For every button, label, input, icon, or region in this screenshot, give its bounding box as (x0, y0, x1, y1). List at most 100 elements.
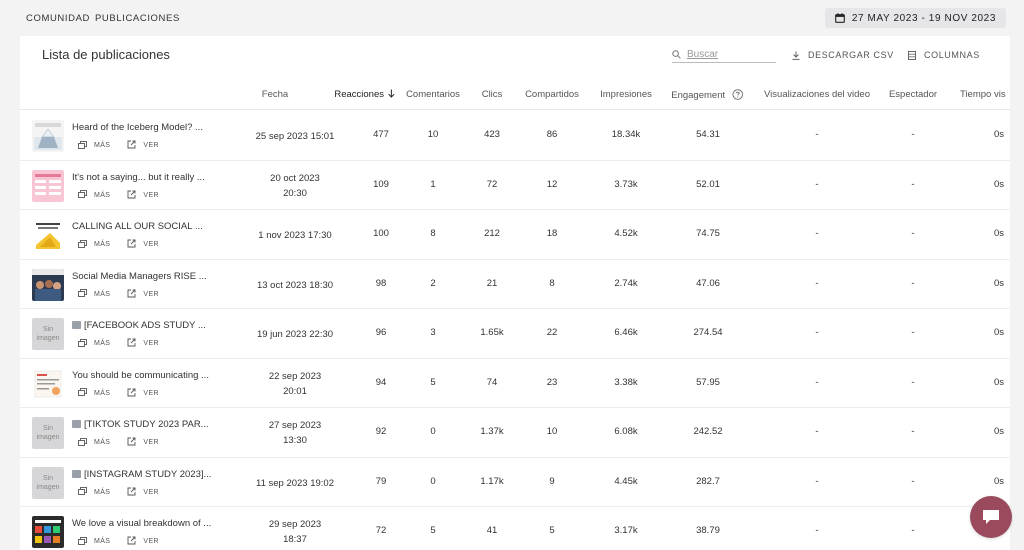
search-input[interactable] (687, 49, 773, 60)
external-link-icon (127, 140, 143, 151)
tab-comunidad[interactable]: COMUNIDAD (26, 13, 90, 24)
table-row[interactable]: Social Media Managers RISE ... MÁS VER 13 o… (20, 260, 1010, 309)
more-button[interactable]: MÁS (78, 239, 110, 250)
table-row[interactable]: Sin imagen [INSTAGRAM STUDY 2023]... MÁS VE… (20, 458, 1010, 507)
more-button[interactable]: MÁS (78, 536, 110, 547)
header-reacciones-label: Reacciones (334, 89, 384, 100)
post-thumbnail[interactable] (32, 367, 64, 400)
post-title[interactable]: [INSTAGRAM STUDY 2023]... (72, 469, 212, 480)
cell-impresiones: 3.17k (614, 525, 638, 536)
view-button[interactable]: VER (127, 140, 159, 151)
post-title-text: We love a visual breakdown of ... (72, 518, 212, 529)
panel-title: Lista de publicaciones (42, 47, 170, 62)
view-button[interactable]: VER (127, 487, 159, 498)
download-csv-button[interactable]: DESCARGAR CSV (792, 50, 894, 60)
post-date-line: 20:01 (283, 385, 307, 397)
header-compartidos[interactable]: Compartidos (525, 89, 579, 100)
header-comentarios[interactable]: Comentarios (406, 89, 460, 100)
table-row[interactable]: Sin imagen [FACEBOOK ADS STUDY ... MÁS VER 1… (20, 309, 1010, 359)
post-thumbnail[interactable] (32, 169, 64, 202)
view-button[interactable]: VER (127, 536, 159, 547)
download-csv-label: DESCARGAR CSV (808, 50, 894, 60)
header-impresiones[interactable]: Impresiones (600, 89, 652, 100)
external-link-icon (127, 289, 143, 300)
post-title[interactable]: We love a visual breakdown of ... (72, 518, 212, 529)
table-row[interactable]: You should be communicating ... MÁS VER 22 … (20, 359, 1010, 408)
cell-impresiones: 4.45k (614, 475, 638, 487)
cell-espectador: - (911, 228, 915, 239)
view-button[interactable]: VER (127, 190, 159, 201)
view-label: VER (143, 191, 159, 199)
table-row[interactable]: Sin imagen [TIKTOK STUDY 2023 PAR... MÁS VE… (20, 408, 1010, 458)
post-thumbnail[interactable] (32, 516, 64, 548)
table-row[interactable]: Heard of the Iceberg Model? ... MÁS VER 25 … (20, 111, 1010, 161)
more-button[interactable]: MÁS (78, 140, 110, 151)
chat-bubble-icon (983, 510, 999, 524)
post-thumbnail[interactable] (32, 268, 64, 301)
no-image-label: Sin imagen (36, 425, 60, 441)
cell-reacciones: 100 (373, 228, 389, 239)
header-engagement[interactable]: Engagement (671, 89, 743, 101)
view-button[interactable]: VER (127, 338, 159, 349)
post-thumbnail[interactable] (32, 219, 64, 251)
cell-comentarios: 2 (430, 277, 436, 289)
cell-compartidos: 23 (546, 376, 558, 388)
help-icon[interactable] (725, 89, 743, 101)
cell-video: - (815, 376, 819, 388)
cell-impresiones: 3.73k (614, 178, 638, 190)
more-button[interactable]: MÁS (78, 437, 111, 448)
view-button[interactable]: VER (127, 239, 159, 250)
cell-comentarios: 1 (430, 178, 436, 190)
post-title[interactable]: You should be communicating ... (72, 370, 212, 381)
post-date: 22 sep 2023 20:01 (269, 369, 321, 399)
copy-icon (78, 338, 94, 349)
post-thumbnail[interactable] (32, 120, 64, 152)
header-clics[interactable]: Clics (482, 89, 503, 100)
cell-video: - (815, 277, 819, 289)
post-title[interactable]: [TIKTOK STUDY 2023 PAR... (72, 419, 212, 430)
chat-button[interactable] (970, 496, 1012, 538)
post-title[interactable]: It's not a saying... but it really ... (72, 172, 212, 183)
cell-compartidos: 10 (546, 426, 558, 437)
post-title[interactable]: Heard of the Iceberg Model? ... (72, 122, 212, 133)
header-reacciones[interactable]: Reacciones (334, 89, 395, 100)
columns-button[interactable]: COLUMNAS (908, 50, 980, 60)
view-button[interactable]: VER (127, 388, 159, 399)
post-date: 19 jun 2023 22:30 (257, 327, 333, 342)
view-button[interactable]: VER (127, 437, 159, 448)
more-button[interactable]: MÁS (78, 289, 110, 299)
external-link-icon (127, 190, 143, 201)
search-box[interactable] (672, 47, 776, 63)
header-fecha[interactable]: Fecha (262, 89, 288, 100)
more-label: MÁS (94, 439, 111, 446)
post-date-line: 13:30 (283, 435, 307, 446)
post-title-text: [TIKTOK STUDY 2023 PAR... (84, 419, 209, 430)
more-button[interactable]: MÁS (78, 338, 110, 349)
header-espectador[interactable]: Espectador (889, 89, 937, 100)
header-visualizaciones-video[interactable]: Visualizaciones del video (764, 89, 870, 100)
external-link-icon (127, 487, 143, 498)
table-row[interactable]: We love a visual breakdown of ... MÁS VER 2… (20, 507, 1010, 550)
date-range-picker[interactable]: 27 MAY 2023 - 19 NOV 2023 (824, 8, 1006, 28)
header-tiempo-visualizacion[interactable]: Tiempo vis (960, 89, 1006, 100)
table-row[interactable]: It's not a saying... but it really ... MÁ… (20, 161, 1010, 210)
cell-engagement: 38.79 (696, 525, 720, 536)
cell-video: - (815, 525, 819, 536)
table-row[interactable]: CALLING ALL OUR SOCIAL ... MÁS VER 1 nov 20… (20, 210, 1010, 260)
cell-compartidos: 22 (546, 327, 558, 338)
cell-clics: 74 (486, 376, 498, 388)
cell-video: - (815, 475, 819, 487)
post-title[interactable]: Social Media Managers RISE ... (72, 271, 212, 282)
more-button[interactable]: MÁS (78, 388, 110, 398)
more-button[interactable]: MÁS (78, 190, 110, 200)
cell-video: - (815, 426, 819, 437)
tab-publicaciones[interactable]: PUBLICACIONES (95, 13, 180, 24)
cell-tiempo: 0s (993, 475, 1005, 487)
table-header: Fecha Reacciones Comentarios Clics Compa… (20, 80, 1010, 110)
cell-video: - (815, 228, 819, 239)
post-title[interactable]: [FACEBOOK ADS STUDY ... (72, 320, 212, 331)
post-title[interactable]: CALLING ALL OUR SOCIAL ... (72, 221, 212, 232)
view-button[interactable]: VER (127, 289, 159, 300)
post-date-line: 11 sep 2023 19:02 (255, 477, 335, 489)
more-button[interactable]: MÁS (78, 487, 110, 497)
